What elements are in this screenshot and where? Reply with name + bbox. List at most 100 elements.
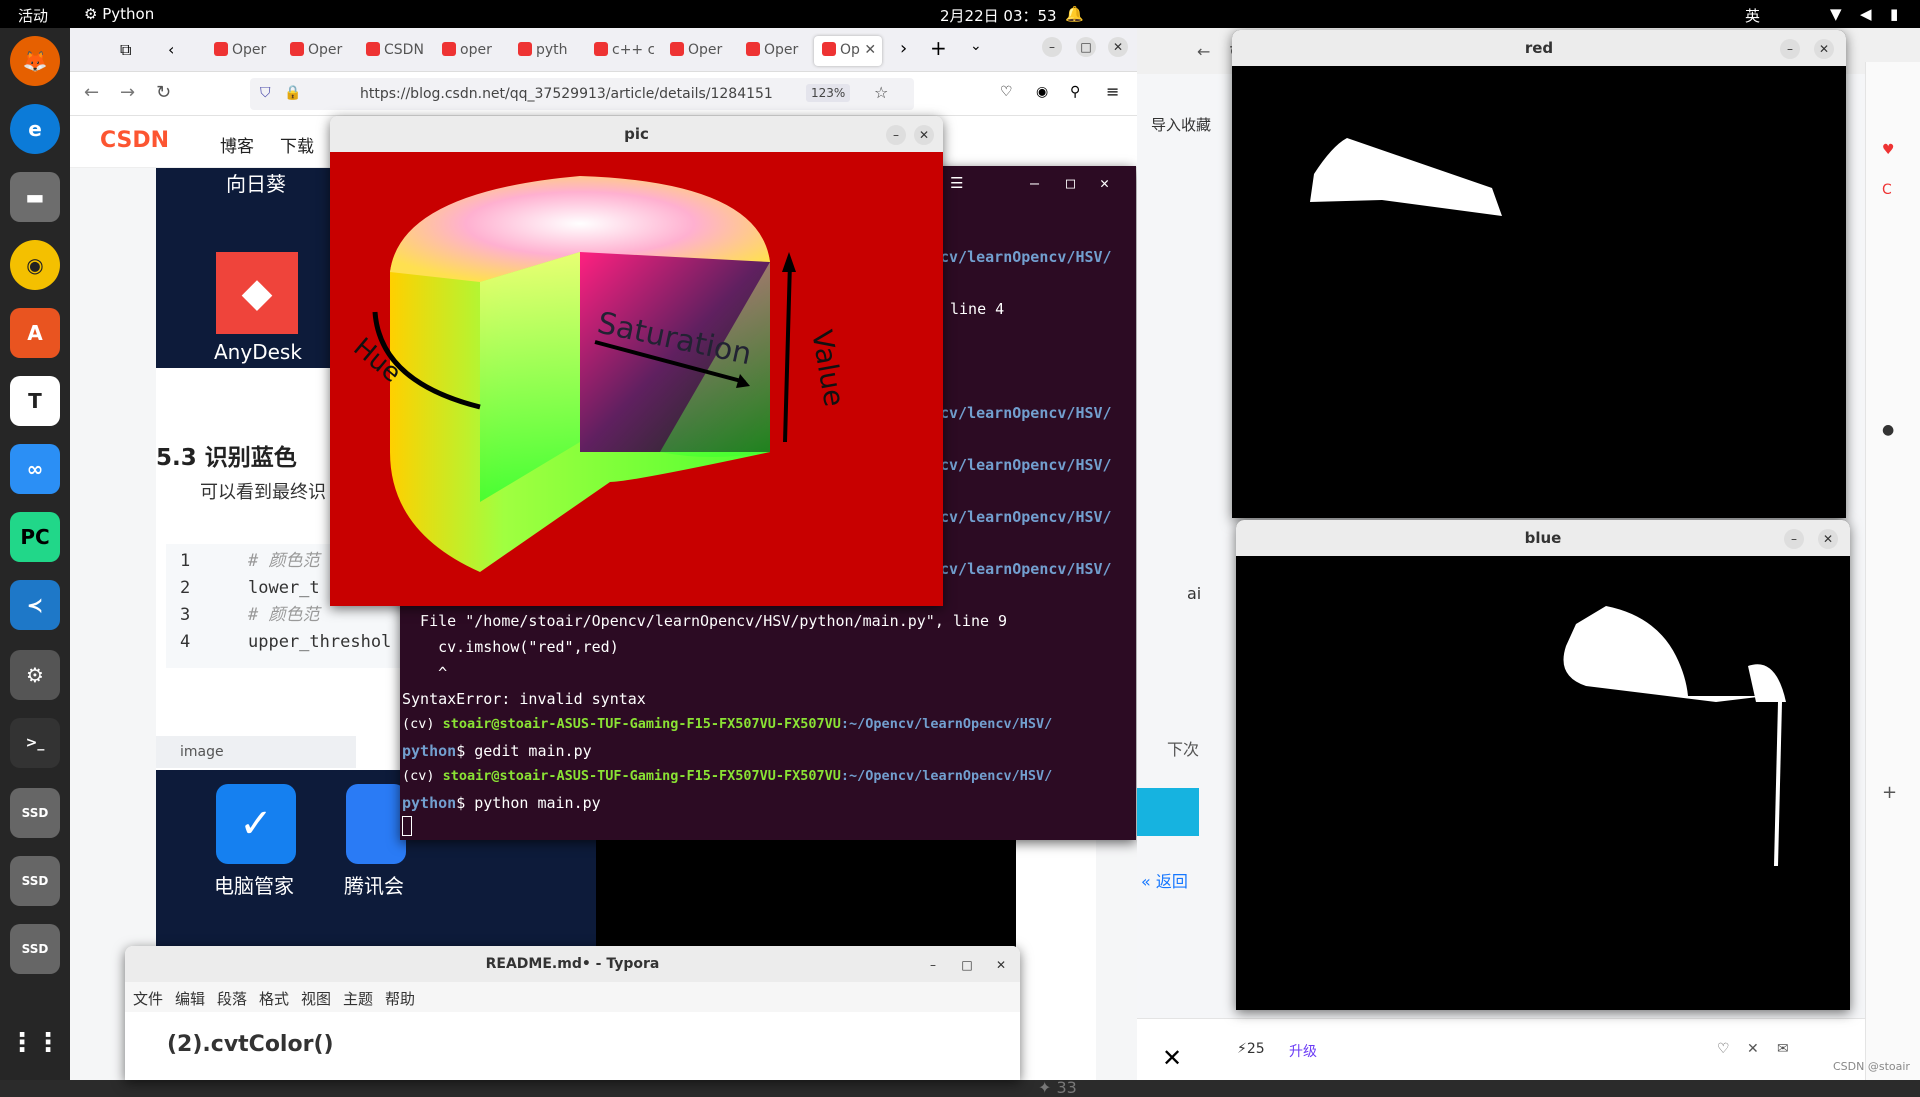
browser-tab[interactable]: Oper	[282, 36, 350, 66]
minimize-button[interactable]: –	[923, 955, 943, 975]
close-button[interactable]: ✕	[991, 955, 1011, 975]
baidu-netdisk-icon[interactable]: ∞	[10, 444, 60, 494]
share-icon[interactable]: ✕	[1747, 1041, 1759, 1057]
browser-tab[interactable]: Oper	[738, 36, 806, 66]
rhythmbox-icon[interactable]: ◉	[10, 240, 60, 290]
shield-icon[interactable]: ⛉	[260, 85, 271, 101]
forward-icon[interactable]: →	[120, 82, 135, 103]
account-field[interactable]: ai	[1187, 584, 1201, 603]
upgrade-link[interactable]: 升级	[1289, 1041, 1317, 1061]
navigation-bar: ← → ↻ ⛉ 🔒 https://blog.csdn.net/qq_37529…	[70, 72, 1137, 116]
vscode-icon[interactable]: ≺	[10, 580, 60, 630]
zoom-level[interactable]: 123%	[806, 84, 851, 102]
tab-list-icon[interactable]: ⧉	[120, 40, 131, 60]
terminal-menu-icon[interactable]: ☰	[950, 174, 963, 192]
ssd-drive-icon[interactable]: SSD	[10, 924, 60, 974]
extensions-icon[interactable]: ⚲	[1070, 84, 1080, 100]
csdn-icon[interactable]: C	[1882, 182, 1892, 198]
minimize-button[interactable]: –	[1042, 37, 1062, 57]
mail-icon[interactable]: ✉	[1777, 1041, 1789, 1057]
remember-checkbox-label[interactable]: 下次	[1167, 736, 1199, 760]
browser-tab[interactable]: oper	[434, 36, 502, 66]
line-numbers: 1234	[180, 551, 191, 652]
browser-tab[interactable]: c++ c	[586, 36, 654, 66]
close-overlay-button[interactable]: ✕	[1137, 1036, 1207, 1080]
reload-icon[interactable]: ↻	[156, 82, 171, 103]
activities-button[interactable]: 活动	[18, 5, 48, 26]
typora-window[interactable]: README.md• - Typora – □ ✕ 文件 编辑 段落 格式 视图…	[125, 946, 1020, 1080]
firefox-icon[interactable]: 🦊	[10, 36, 60, 86]
chevron-down-icon[interactable]: ⌄	[970, 38, 982, 54]
nav-link-blog[interactable]: 博客	[220, 132, 254, 157]
typora-icon[interactable]: T	[10, 376, 60, 426]
files-icon[interactable]: ▬	[10, 172, 60, 222]
add-icon[interactable]: +	[1882, 782, 1897, 803]
like-icon[interactable]: ♡	[1717, 1041, 1730, 1057]
terminal-icon[interactable]: >_	[10, 718, 60, 768]
browser-tab[interactable]: Oper	[662, 36, 730, 66]
minimize-button[interactable]: –	[886, 125, 906, 145]
anydesk-icon: ◆	[216, 252, 298, 334]
minimize-button[interactable]: –	[1030, 174, 1039, 192]
wifi-icon[interactable]: ▼	[1830, 5, 1842, 23]
browser-tab[interactable]: pyth	[510, 36, 578, 66]
active-browser-tab[interactable]: Op ✕	[814, 36, 882, 66]
scroll-right-icon[interactable]: ›	[900, 38, 907, 59]
lock-icon[interactable]: 🔒	[284, 85, 301, 101]
close-button[interactable]: ✕	[1100, 174, 1109, 192]
menu-format[interactable]: 格式	[259, 988, 289, 1009]
maximize-button[interactable]: □	[957, 955, 977, 975]
csdn-logo[interactable]: CSDN	[100, 128, 169, 153]
minimize-button[interactable]: –	[1780, 39, 1800, 59]
back-link[interactable]: « 返回	[1141, 868, 1188, 892]
browser-tab[interactable]: Oper	[206, 36, 274, 66]
back-icon[interactable]: ←	[84, 82, 99, 103]
new-tab-icon[interactable]: +	[930, 36, 947, 60]
github-icon[interactable]: ●	[1882, 422, 1894, 438]
login-button[interactable]	[1137, 788, 1199, 836]
like-count[interactable]: ✦ 33	[1038, 1078, 1077, 1097]
clock[interactable]: 2月22日 03：53	[940, 5, 1057, 26]
pycharm-icon[interactable]: PC	[10, 512, 60, 562]
menu-paragraph[interactable]: 段落	[217, 988, 247, 1009]
pocket-icon[interactable]: ♡	[1000, 84, 1013, 100]
menu-edit[interactable]: 编辑	[175, 988, 205, 1009]
app-menu[interactable]: ⚙ Python	[84, 5, 154, 23]
blue-mask-window[interactable]: blue – ✕	[1236, 520, 1850, 1010]
minimize-button[interactable]: –	[1784, 529, 1804, 549]
volume-icon[interactable]: ◀	[1860, 5, 1872, 23]
import-favorites-link[interactable]: 导入收藏	[1151, 114, 1211, 135]
close-button[interactable]: ✕	[1814, 39, 1834, 59]
close-button[interactable]: ✕	[1108, 37, 1128, 57]
ssd-drive-icon[interactable]: SSD	[10, 788, 60, 838]
favorite-icon[interactable]: ♥	[1882, 142, 1895, 158]
menu-view[interactable]: 视图	[301, 988, 331, 1009]
scroll-left-icon[interactable]: ‹	[168, 40, 174, 59]
software-icon[interactable]: A	[10, 308, 60, 358]
red-mask-window[interactable]: red – ✕	[1232, 30, 1846, 518]
account-icon[interactable]: ◉	[1036, 84, 1048, 100]
edge-icon[interactable]: e	[10, 104, 60, 154]
pic-window[interactable]: pic – ✕ Saturation Value Hue	[330, 116, 943, 606]
maximize-button[interactable]: □	[1076, 37, 1096, 57]
document-heading[interactable]: (2).cvtColor()	[167, 1032, 334, 1057]
menu-file[interactable]: 文件	[133, 988, 163, 1009]
browser-tab[interactable]: CSDN	[358, 36, 426, 66]
app-grid-icon[interactable]: ⋮⋮	[9, 1018, 61, 1068]
maximize-button[interactable]: □	[1066, 174, 1075, 192]
close-button[interactable]: ✕	[914, 125, 934, 145]
ssd-drive-icon[interactable]: SSD	[10, 856, 60, 906]
settings-icon[interactable]: ⚙	[10, 650, 60, 700]
menu-theme[interactable]: 主题	[343, 988, 373, 1009]
hsv-cylinder-graphic: Saturation Value Hue	[348, 176, 851, 572]
input-method[interactable]: 英	[1745, 5, 1760, 26]
menu-help[interactable]: 帮助	[385, 988, 415, 1009]
menu-icon[interactable]: ≡	[1106, 82, 1119, 101]
close-button[interactable]: ✕	[1818, 529, 1838, 549]
nav-link-download[interactable]: 下载	[280, 132, 314, 157]
notification-icon[interactable]: 🔔	[1065, 5, 1084, 23]
battery-icon[interactable]: ▮	[1890, 5, 1898, 23]
back-icon[interactable]: ←	[1197, 42, 1210, 61]
url-bar[interactable]: ⛉ 🔒 https://blog.csdn.net/qq_37529913/ar…	[250, 78, 914, 110]
bookmark-star-icon[interactable]: ☆	[874, 83, 888, 102]
